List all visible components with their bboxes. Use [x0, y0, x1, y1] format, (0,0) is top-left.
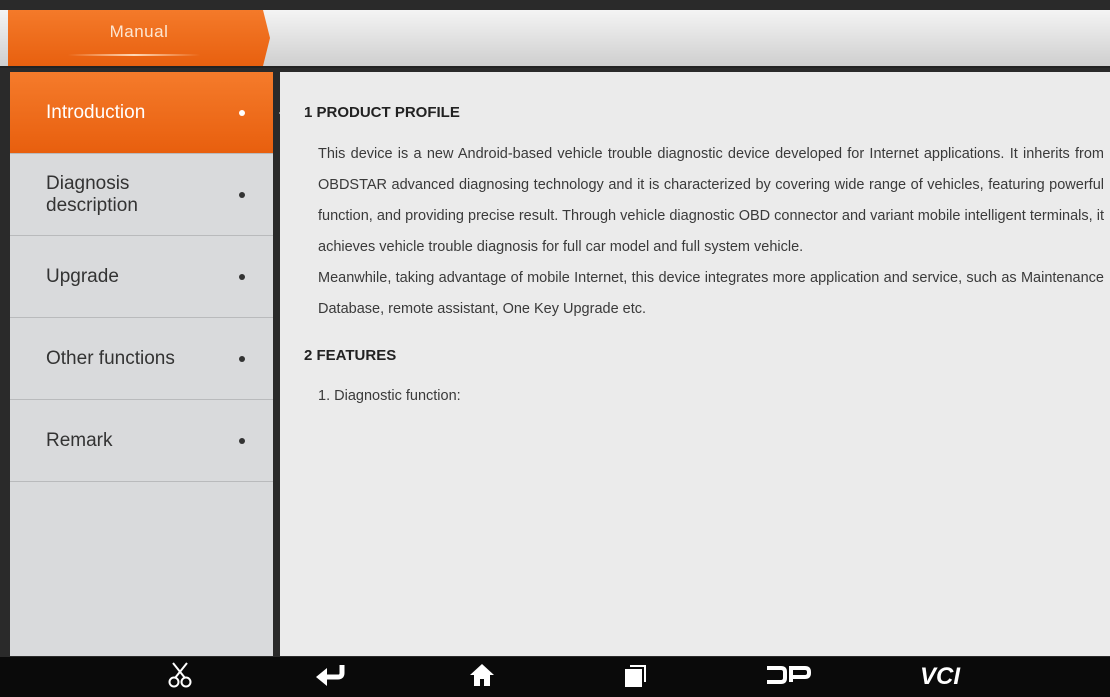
sidebar-item-introduction[interactable]: Introduction — [10, 72, 285, 154]
home-button[interactable] — [452, 657, 512, 697]
bullet-dot-icon — [239, 355, 245, 362]
tab-underline — [68, 54, 200, 56]
sidebar-item-label: Other functions — [46, 347, 175, 369]
list-item-diagnostic-function: 1. Diagnostic function: — [318, 388, 461, 404]
bullet-dot-icon — [239, 109, 245, 116]
sidebar-item-diagnosis-description[interactable]: Diagnosis description — [10, 154, 273, 236]
manual-content[interactable]: 1 PRODUCT PROFILE This device is a new A… — [280, 72, 1110, 656]
section-title-features: 2 FEATURES — [304, 347, 397, 364]
back-icon — [314, 663, 346, 692]
home-icon — [469, 663, 495, 692]
sidebar-item-label: Diagnosis description — [46, 172, 138, 216]
tab-manual[interactable]: Manual — [8, 10, 270, 66]
paragraph-mobile-internet: Meanwhile, taking advantage of mobile In… — [318, 270, 1104, 317]
sidebar-item-remark[interactable]: Remark — [10, 400, 273, 482]
recent-apps-icon — [623, 662, 649, 693]
tab-manual-label: Manual — [109, 22, 169, 41]
dp-button[interactable] — [758, 657, 818, 697]
sidebar-item-label: Remark — [46, 429, 113, 451]
bullet-dot-icon — [239, 273, 245, 280]
back-button[interactable] — [300, 657, 360, 697]
bullet-dot-icon — [239, 191, 245, 198]
vci-icon: VCI — [919, 663, 960, 690]
paragraph-product-profile: This device is a new Android-based vehic… — [318, 146, 1104, 255]
sidebar: Introduction Diagnosis description Upgra… — [10, 72, 285, 656]
screenshot-button[interactable] — [150, 657, 210, 697]
vci-button[interactable]: VCI — [910, 657, 970, 697]
bullet-dot-icon — [239, 437, 245, 444]
sidebar-item-label: Upgrade — [46, 265, 119, 287]
sidebar-item-upgrade[interactable]: Upgrade — [10, 236, 273, 318]
section-title-product-profile: 1 PRODUCT PROFILE — [304, 104, 460, 121]
sidebar-item-other-functions[interactable]: Other functions — [10, 318, 273, 400]
dp-icon — [765, 664, 811, 691]
scissors-icon — [168, 661, 192, 694]
bottom-nav: VCI — [0, 657, 1110, 697]
recent-apps-button[interactable] — [606, 657, 666, 697]
header: Manual — [0, 0, 1110, 68]
sidebar-item-label: Introduction — [46, 101, 146, 123]
